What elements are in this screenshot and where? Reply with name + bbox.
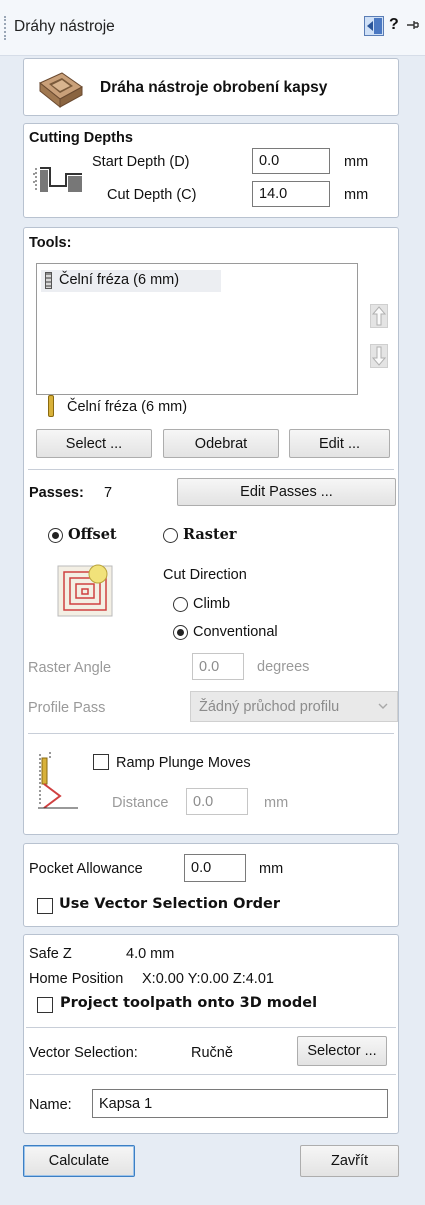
move-up-icon[interactable] xyxy=(370,304,388,328)
start-depth-unit: mm xyxy=(344,154,369,170)
offset-radio[interactable] xyxy=(48,528,63,543)
passes-label: Passes: xyxy=(29,485,84,501)
safe-z-value: 4.0 mm xyxy=(126,946,175,962)
conventional-label[interactable]: Conventional xyxy=(193,624,278,640)
depth-diagram-icon xyxy=(30,160,86,204)
project-3d-checkbox[interactable] xyxy=(37,997,53,1013)
ramp-distance-input[interactable]: 0.0 xyxy=(186,788,248,815)
select-tool-button[interactable]: Select ... xyxy=(36,429,152,458)
raster-angle-unit: degrees xyxy=(257,659,310,675)
project-3d-label[interactable]: Project toolpath onto 3D model xyxy=(60,995,317,1011)
pocket-allowance-unit: mm xyxy=(259,861,284,877)
tools-list[interactable]: Čelní fréza (6 mm) xyxy=(36,263,358,395)
edit-tool-button[interactable]: Edit ... xyxy=(289,429,390,458)
tools-title: Tools: xyxy=(29,235,72,251)
title-bar: Dráhy nástroje ? xyxy=(0,0,425,56)
tools-panel: Tools: Čelní fréza (6 mm) Čelní fréza (6… xyxy=(23,227,399,835)
remove-tool-button[interactable]: Odebrat xyxy=(163,429,279,458)
cut-direction-label: Cut Direction xyxy=(163,567,247,583)
list-item[interactable]: Čelní fréza (6 mm) xyxy=(41,270,221,292)
move-down-icon[interactable] xyxy=(370,344,388,368)
name-input[interactable]: Kapsa 1 xyxy=(92,1089,388,1118)
vector-order-label[interactable]: Use Vector Selection Order xyxy=(59,896,280,912)
close-button[interactable]: Zavřít xyxy=(300,1145,399,1177)
selected-tool-label: Čelní fréza (6 mm) xyxy=(67,399,188,415)
chevron-down-icon xyxy=(377,700,389,716)
pocket-allowance-input[interactable]: 0.0 xyxy=(184,854,246,882)
raster-angle-input[interactable]: 0.0 xyxy=(192,653,244,680)
divider xyxy=(28,469,394,470)
name-label: Name: xyxy=(29,1097,72,1113)
offset-strategy-icon xyxy=(56,564,116,624)
pocket-allowance-label: Pocket Allowance xyxy=(29,861,143,877)
allowance-panel: Pocket Allowance 0.0 mm Use Vector Selec… xyxy=(23,843,399,927)
cut-depth-input[interactable]: 14.0 xyxy=(252,181,330,207)
cutting-depths-panel: Cutting Depths Start Depth (D) 0.0 mm Cu… xyxy=(23,123,399,218)
profile-pass-value: Žádný průchod profilu xyxy=(199,698,340,715)
passes-count: 7 xyxy=(104,485,113,501)
cut-depth-label: Cut Depth (C) xyxy=(107,187,197,203)
calculate-button[interactable]: Calculate xyxy=(23,1145,135,1177)
list-item-label: Čelní fréza (6 mm) xyxy=(59,272,180,288)
divider xyxy=(26,1027,396,1028)
vector-selection-value: Ručně xyxy=(191,1045,233,1061)
vector-selection-label: Vector Selection: xyxy=(29,1045,138,1061)
raster-angle-label: Raster Angle xyxy=(28,660,112,676)
vector-order-checkbox[interactable] xyxy=(37,898,53,914)
help-button[interactable]: ? xyxy=(389,16,399,34)
pin-icon[interactable] xyxy=(405,17,419,37)
ramp-distance-label: Distance xyxy=(112,795,169,811)
drag-grip[interactable] xyxy=(4,16,6,40)
window-title: Dráhy nástroje xyxy=(14,18,115,35)
pocket-toolpath-icon xyxy=(36,69,84,113)
header-panel: Dráha nástroje obrobení kapsy xyxy=(23,58,399,116)
ramp-distance-unit: mm xyxy=(264,795,289,811)
start-depth-input[interactable]: 0.0 xyxy=(252,148,330,174)
profile-pass-select[interactable]: Žádný průchod profilu xyxy=(190,691,398,722)
selected-tool-icon xyxy=(48,395,54,417)
home-position-value: X:0.00 Y:0.00 Z:4.01 xyxy=(142,971,274,987)
offset-label[interactable]: Offset xyxy=(68,526,117,543)
ramp-checkbox[interactable] xyxy=(93,754,109,770)
dock-panel-icon[interactable] xyxy=(364,16,384,36)
profile-pass-label: Profile Pass xyxy=(28,700,106,716)
toolpath-info-panel: Safe Z 4.0 mm Home Position X:0.00 Y:0.0… xyxy=(23,934,399,1134)
selector-button[interactable]: Selector ... xyxy=(297,1036,387,1066)
safe-z-label: Safe Z xyxy=(29,946,72,962)
edit-passes-button[interactable]: Edit Passes ... xyxy=(177,478,396,506)
conventional-radio[interactable] xyxy=(173,625,188,640)
ramp-label[interactable]: Ramp Plunge Moves xyxy=(116,755,251,771)
ramp-diagram-icon xyxy=(36,750,80,816)
climb-radio[interactable] xyxy=(173,597,188,612)
raster-label[interactable]: Raster xyxy=(183,526,237,543)
cut-depth-unit: mm xyxy=(344,187,369,203)
end-mill-icon xyxy=(45,272,52,289)
divider xyxy=(28,733,394,734)
home-position-label: Home Position xyxy=(29,971,124,987)
divider xyxy=(26,1074,396,1075)
start-depth-label: Start Depth (D) xyxy=(92,154,190,170)
raster-radio[interactable] xyxy=(163,528,178,543)
climb-label[interactable]: Climb xyxy=(193,596,230,612)
cutting-depths-title: Cutting Depths xyxy=(29,130,133,146)
page-title: Dráha nástroje obrobení kapsy xyxy=(100,79,328,96)
